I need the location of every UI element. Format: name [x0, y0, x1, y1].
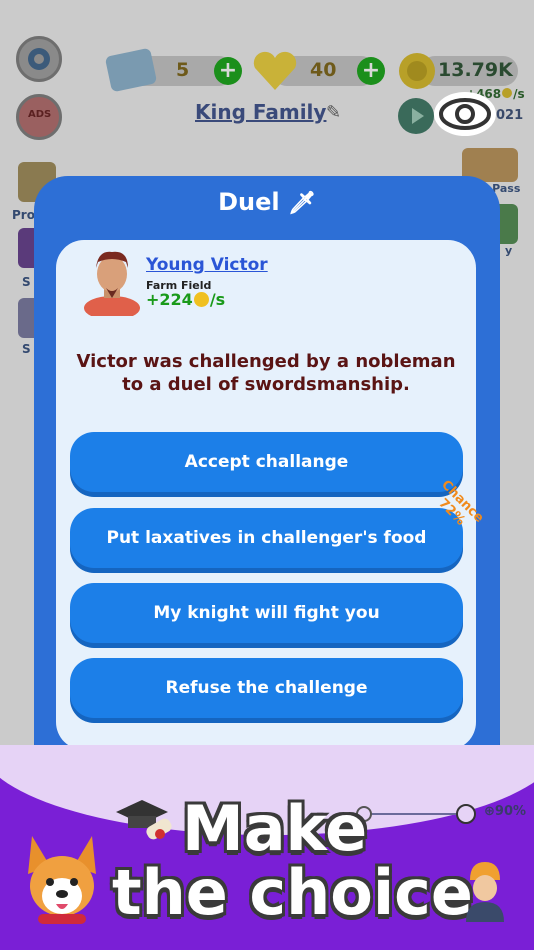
- zoom-handle[interactable]: [456, 804, 476, 824]
- modal-title: Duel 🗡: [218, 188, 316, 216]
- promo-line-2: the choice: [112, 856, 473, 929]
- edit-name-icon[interactable]: ✎: [326, 102, 341, 123]
- left-label-3: S: [22, 342, 31, 356]
- promo-line-1: Make: [182, 792, 368, 865]
- settings-button[interactable]: [16, 36, 62, 82]
- sword-icon: 🗡: [287, 191, 316, 216]
- zoom-value: ⊕90%: [484, 804, 527, 819]
- choice-button-knight[interactable]: My knight will fight you: [70, 583, 463, 643]
- choice-button-laxatives[interactable]: Put laxatives in challenger's food: [70, 508, 463, 568]
- coin-icon: [399, 53, 435, 89]
- left-label-2: S: [22, 275, 31, 289]
- character-income: +224/s: [146, 290, 226, 309]
- zoom-slider[interactable]: [356, 804, 496, 824]
- tickets-value: 5: [176, 59, 190, 81]
- family-name[interactable]: King Family: [195, 100, 326, 124]
- right-label-2: y: [505, 244, 513, 257]
- gear-icon: [28, 48, 50, 70]
- coin-icon: [193, 292, 209, 307]
- hearts-value: 40: [310, 59, 337, 81]
- worker-icon: [466, 862, 504, 922]
- graduation-icon: [116, 800, 172, 840]
- eye-icon: [439, 98, 491, 130]
- hide-ui-button[interactable]: [434, 92, 496, 136]
- play-video-button[interactable]: [398, 98, 434, 134]
- coins-value: 13.79K: [438, 59, 513, 81]
- timer-partial: 021: [496, 108, 524, 123]
- add-tickets-button[interactable]: +: [214, 57, 242, 85]
- choice-button-refuse[interactable]: Refuse the challenge: [70, 658, 463, 718]
- corgi-icon: [28, 836, 96, 924]
- play-icon: [412, 108, 424, 124]
- character-name[interactable]: Young Victor: [146, 255, 268, 275]
- add-hearts-button[interactable]: +: [357, 57, 385, 85]
- event-description: Victor was challenged by a nobleman to a…: [76, 351, 456, 395]
- choice-button-accept[interactable]: Accept challange: [70, 432, 463, 492]
- character-avatar: [84, 251, 140, 316]
- heart-icon: [253, 51, 297, 90]
- no-ads-button[interactable]: ADS: [16, 94, 62, 140]
- ads-label: ADS: [28, 109, 52, 120]
